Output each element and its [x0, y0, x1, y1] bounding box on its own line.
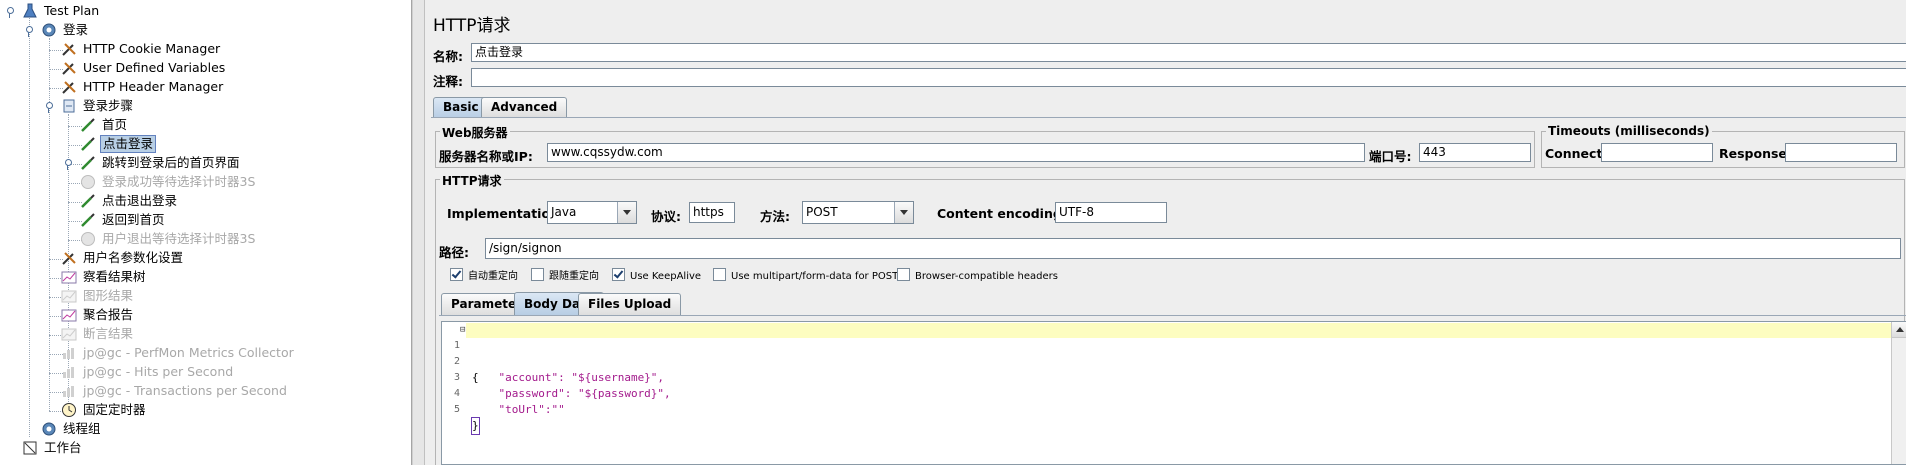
body-data-editor[interactable]: 1 ⊟ { 2 "account": "${username}", 3 "pas…	[441, 321, 1906, 465]
http-request-title: HTTP请求	[440, 172, 504, 189]
timer-icon	[80, 174, 96, 190]
chart-icon	[61, 269, 77, 285]
timer-icon	[80, 231, 96, 247]
checkbox-checked-icon	[450, 268, 463, 281]
pipette-icon	[80, 212, 96, 228]
follow-redirect-checkbox[interactable]: 跟随重定向	[531, 268, 599, 284]
pipette-icon	[80, 117, 96, 133]
code-line: 2 "account": "${username}",	[453, 356, 665, 384]
expand-toggle-test-plan[interactable]	[6, 7, 15, 18]
chart-icon	[61, 307, 77, 323]
server-input[interactable]: www.cqssydw.com	[547, 143, 1365, 162]
protocol-input[interactable]: https	[689, 202, 735, 223]
chart-icon	[61, 345, 77, 361]
test-plan-tree[interactable]: Test Plan 登录 HTTP Cookie Manager User De…	[0, 0, 412, 465]
wrench-icon	[61, 60, 77, 76]
comment-label: 注释:	[433, 74, 463, 89]
timer-icon	[61, 402, 77, 418]
checkbox-unchecked-icon	[713, 268, 726, 281]
chart-icon	[61, 326, 77, 342]
checkbox-unchecked-icon	[531, 268, 544, 281]
protocol-label: 协议:	[651, 209, 681, 224]
expand-toggle-redirect[interactable]	[64, 159, 73, 170]
tab-files-upload[interactable]: Files Upload	[578, 293, 682, 315]
checkbox-unchecked-icon	[897, 268, 910, 281]
workbench-icon	[22, 440, 38, 456]
chevron-down-icon[interactable]	[894, 202, 913, 223]
chart-icon	[61, 364, 77, 380]
implementation-select[interactable]: Java	[547, 201, 637, 224]
gear-icon	[41, 421, 57, 437]
multipart-checkbox[interactable]: Use multipart/form-data for POST	[713, 268, 898, 284]
port-label: 端口号:	[1369, 149, 1412, 164]
server-label: 服务器名称或IP:	[439, 149, 533, 164]
content-encoding-label: Content encoding:	[937, 206, 1067, 221]
content-encoding-input[interactable]: UTF-8	[1055, 202, 1167, 223]
pipette-icon	[80, 193, 96, 209]
gear-icon	[41, 22, 57, 38]
auto-redirect-checkbox[interactable]: 自动重定向	[450, 268, 518, 284]
pipette-icon	[80, 155, 96, 171]
method-value: POST	[806, 205, 838, 219]
flask-icon	[22, 3, 38, 19]
method-select[interactable]: POST	[802, 201, 914, 224]
page-title: HTTP请求	[433, 16, 511, 36]
chart-icon	[61, 288, 77, 304]
name-label: 名称:	[433, 49, 463, 64]
code-line: 1 ⊟ {	[442, 322, 1906, 384]
expand-toggle-login-steps[interactable]	[45, 102, 54, 113]
implementation-value: Java	[551, 205, 577, 219]
wrench-icon	[61, 41, 77, 57]
use-keepalive-checkbox[interactable]: Use KeepAlive	[612, 268, 701, 284]
checkbox-checked-icon	[612, 268, 625, 281]
response-label: Response:	[1719, 146, 1792, 161]
controller-icon	[61, 98, 77, 114]
port-input[interactable]: 443	[1419, 143, 1531, 162]
path-input[interactable]: /sign/signon	[485, 238, 1901, 259]
connect-timeout-input[interactable]	[1601, 143, 1713, 162]
connect-label: Connect:	[1545, 146, 1608, 161]
code-line: 3 "password": "${password}",	[453, 372, 671, 400]
tab-advanced[interactable]: Advanced	[481, 97, 568, 117]
code-line: 5 }	[453, 404, 480, 435]
wrench-icon	[61, 79, 77, 95]
timeouts-title: Timeouts (milliseconds)	[1546, 124, 1712, 138]
http-request-panel: HTTP请求 名称: 点击登录 注释: Basic Advanced Web服务…	[424, 0, 1906, 465]
wrench-icon	[61, 250, 77, 266]
web-server-title: Web服务器	[440, 124, 510, 141]
comment-field[interactable]	[471, 68, 1906, 87]
chevron-down-icon[interactable]	[617, 202, 636, 223]
path-label: 路径:	[439, 245, 469, 260]
chart-icon	[61, 383, 77, 399]
expand-toggle-login[interactable]	[25, 26, 34, 37]
browser-compatible-headers-checkbox[interactable]: Browser-compatible headers	[897, 268, 1058, 284]
pipette-icon	[80, 136, 96, 152]
method-label: 方法:	[760, 209, 790, 224]
scroll-up-icon[interactable]	[1892, 322, 1906, 338]
code-line: 4 "toUrl":""	[453, 388, 565, 416]
editor-scrollbar[interactable]	[1891, 322, 1906, 464]
response-timeout-input[interactable]	[1785, 143, 1897, 162]
fold-minus-icon[interactable]: ⊟	[460, 322, 465, 338]
name-field[interactable]: 点击登录	[471, 43, 1906, 62]
